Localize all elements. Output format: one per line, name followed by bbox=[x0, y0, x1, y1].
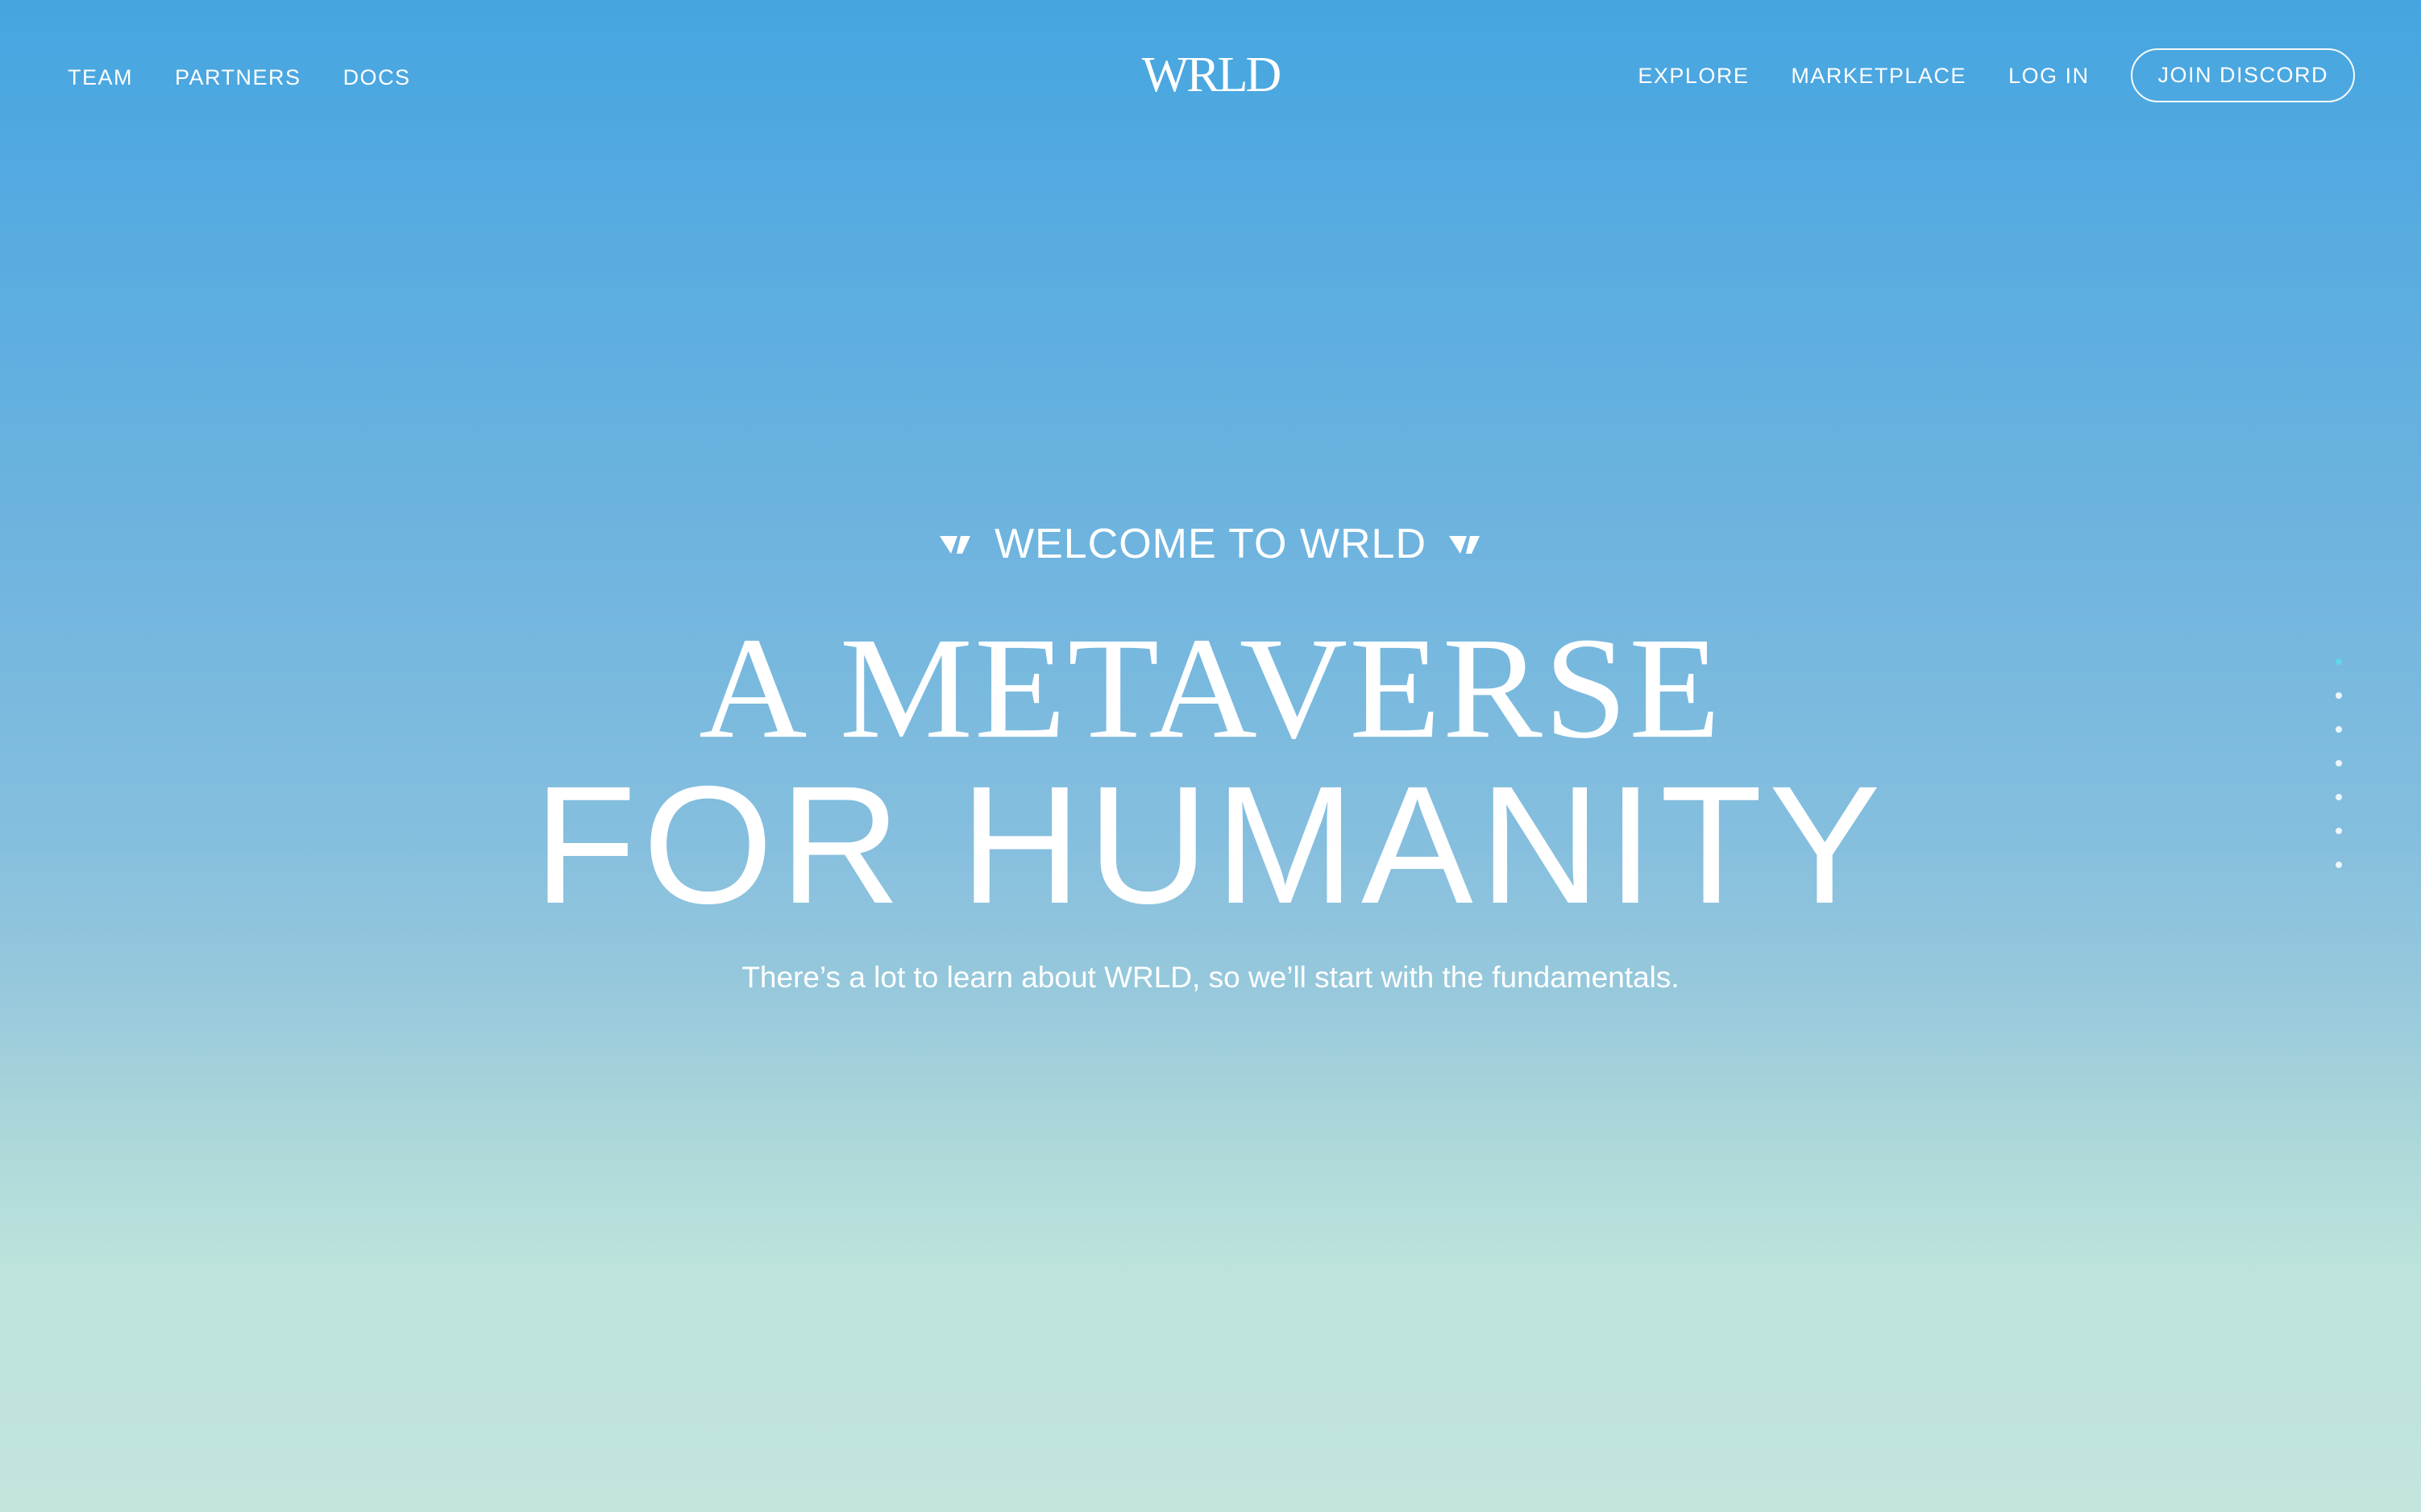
pagination-dot[interactable] bbox=[2336, 828, 2342, 834]
welcome-eyebrow: WELCOME TO WRLD bbox=[0, 513, 2421, 575]
hero-section: WELCOME TO WRLD A METAVERSE FOR HUMANITY… bbox=[0, 513, 2421, 998]
welcome-text: WELCOME TO WRLD bbox=[994, 521, 1426, 567]
hero-subtitle: There’s a lot to learn about WRLD, so we… bbox=[741, 961, 1680, 994]
nav-link-log-in[interactable]: LOG IN bbox=[2008, 61, 2090, 90]
headline-for-humanity: FOR HUMANITY bbox=[534, 752, 1887, 939]
nav-link-partners[interactable]: PARTNERS bbox=[175, 63, 301, 92]
pagination-dot[interactable] bbox=[2336, 862, 2342, 868]
wrld-logo[interactable]: WRLD bbox=[1141, 47, 1282, 103]
nav-link-team[interactable]: TEAM bbox=[68, 63, 133, 92]
pagination-dot[interactable] bbox=[2336, 726, 2342, 733]
wrld-mark-icon bbox=[1449, 533, 1481, 555]
pagination-dot[interactable] bbox=[2336, 794, 2342, 800]
pagination-dot[interactable] bbox=[2336, 692, 2342, 699]
pagination-dot[interactable] bbox=[2336, 658, 2342, 665]
primary-nav-right: EXPLORE MARKETPLACE LOG IN JOIN DISCORD bbox=[1638, 48, 2355, 102]
nav-link-explore[interactable]: EXPLORE bbox=[1638, 61, 1749, 90]
wrld-mark-icon bbox=[939, 533, 972, 555]
pagination-dot[interactable] bbox=[2336, 760, 2342, 766]
headline-metaverse: A METAVERSE bbox=[699, 608, 1722, 769]
section-pagination bbox=[2336, 658, 2342, 868]
nav-link-docs[interactable]: DOCS bbox=[343, 63, 411, 92]
primary-nav-left: TEAM PARTNERS DOCS bbox=[68, 63, 411, 92]
logo-wordmark: WRLD bbox=[1141, 48, 1282, 102]
join-discord-button[interactable]: JOIN DISCORD bbox=[2131, 48, 2355, 102]
nav-link-marketplace[interactable]: MARKETPLACE bbox=[1791, 61, 1966, 90]
